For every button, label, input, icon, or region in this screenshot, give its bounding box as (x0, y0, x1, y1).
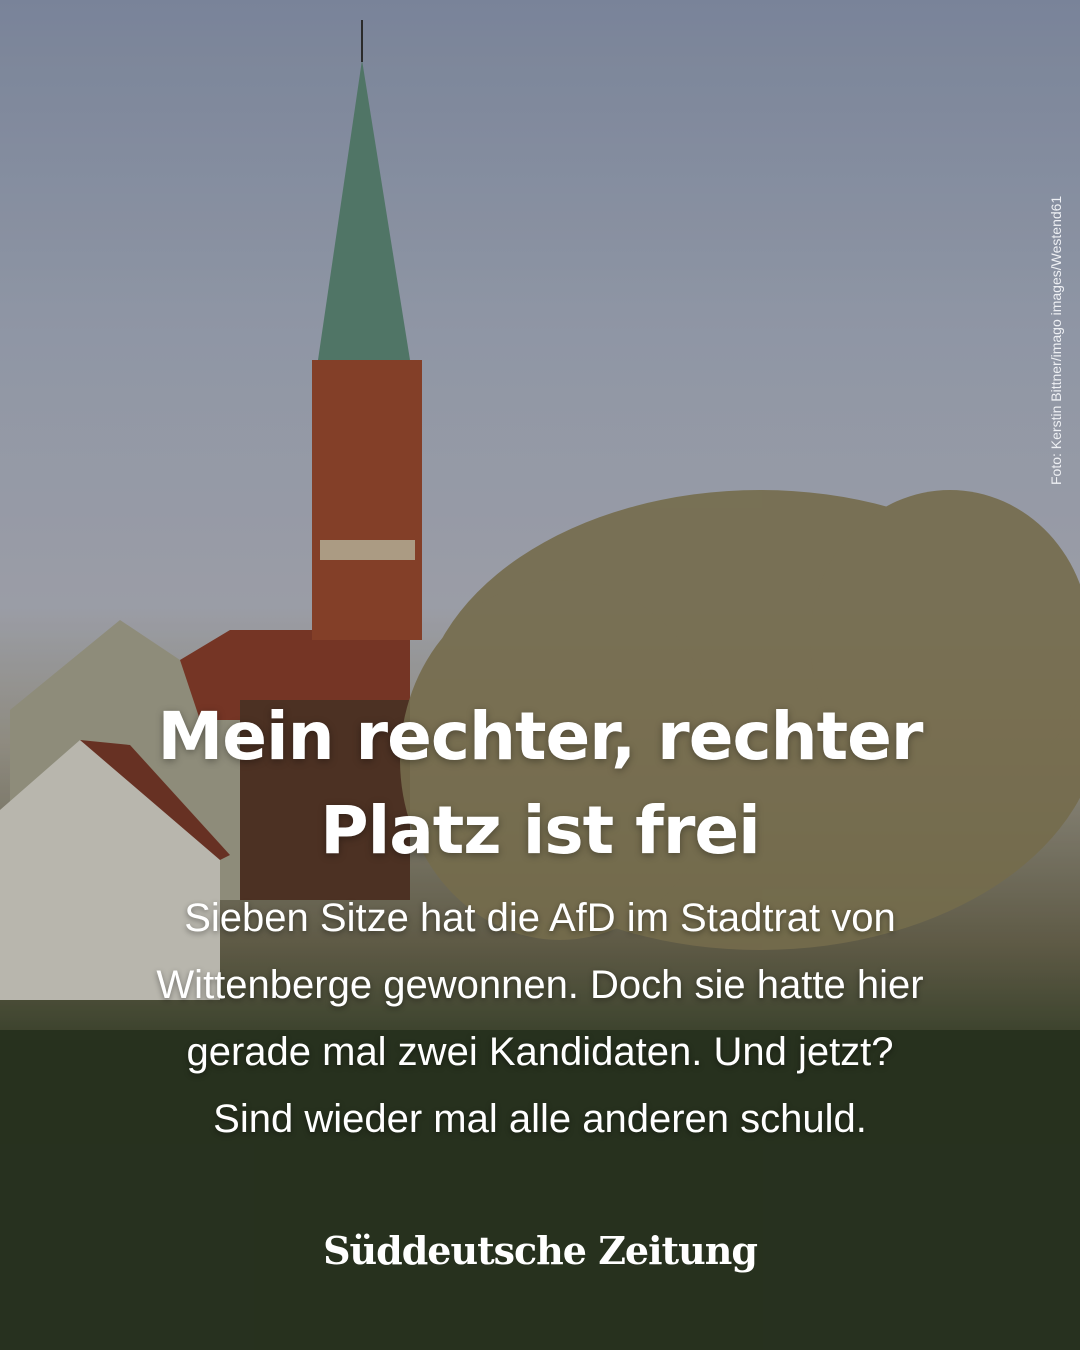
subtitle-line: gerade mal zwei Kandidaten. Und jetzt? (186, 1030, 894, 1074)
subtitle-line: Sieben Sitze hat die AfD im Stadtrat von (184, 896, 896, 940)
photo-credit: Foto: Kerstin Bittner/imago images/Weste… (1048, 195, 1064, 485)
headline-line: Platz ist frei (320, 792, 761, 869)
subtitle-line: Sind wieder mal alle anderen schuld. (213, 1097, 867, 1141)
headline-line: Mein rechter, rechter (157, 698, 924, 775)
headline: Mein rechter, rechter Platz ist frei (0, 690, 1080, 878)
brand-logo: Süddeutsche Zeitung (323, 1228, 758, 1273)
subtitle-line: Wittenberge gewonnen. Doch sie hatte hie… (156, 963, 924, 1007)
subtitle: Sieben Sitze hat die AfD im Stadtrat von… (60, 885, 1020, 1153)
